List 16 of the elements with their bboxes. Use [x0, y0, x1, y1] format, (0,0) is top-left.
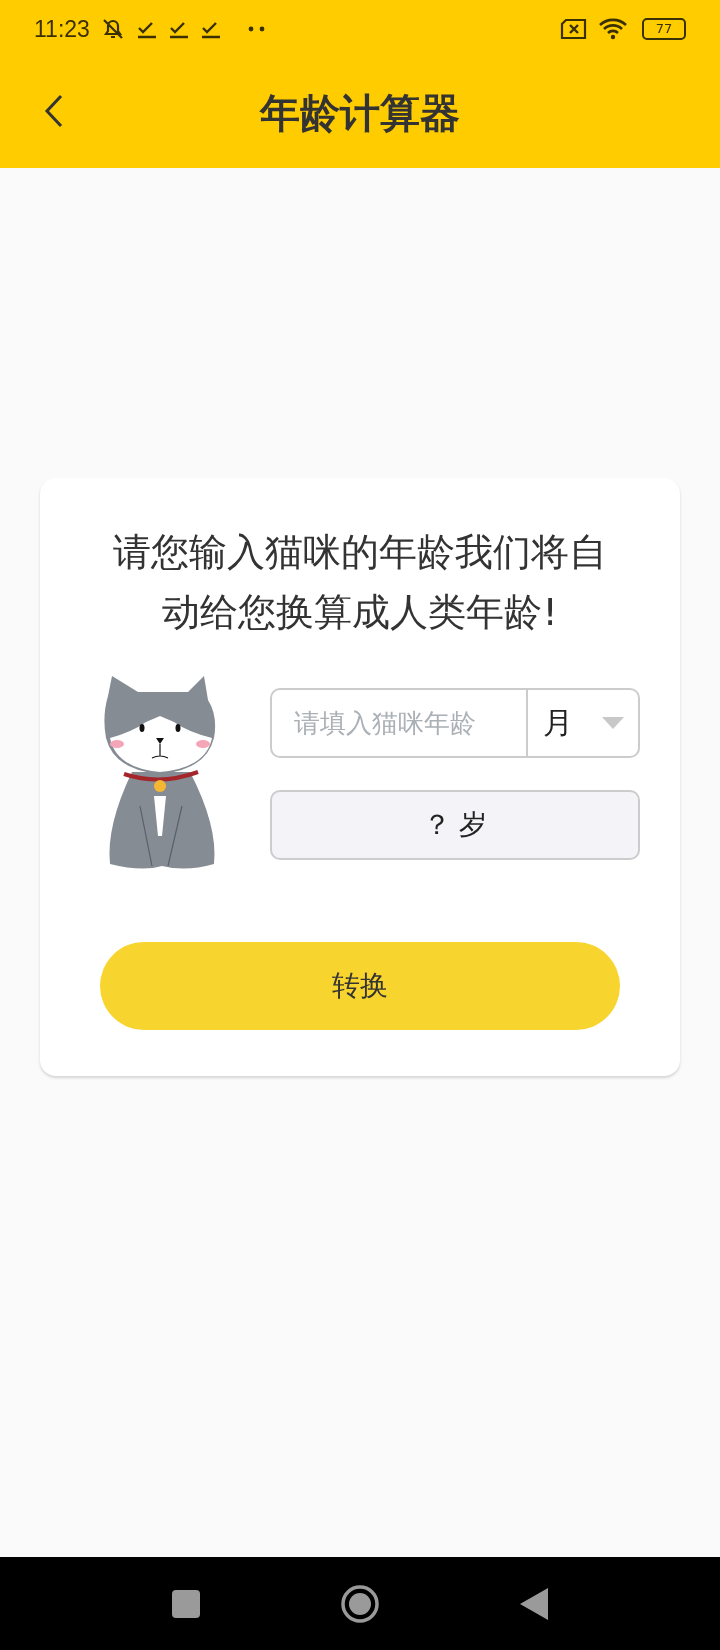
more-dots-icon	[247, 26, 266, 32]
caret-icon	[601, 717, 624, 729]
wifi-icon	[598, 17, 628, 41]
page-title: 年龄计算器	[260, 88, 460, 138]
sim-off-icon	[560, 18, 588, 40]
home-icon[interactable]	[340, 1583, 380, 1624]
battery-indicator: 77	[642, 18, 686, 40]
result-field: ？ 岁	[270, 790, 640, 860]
status-time: 11:23	[34, 15, 90, 43]
back-icon[interactable]	[44, 94, 64, 128]
unit-dropdown[interactable]: 月	[528, 688, 640, 758]
age-input-field[interactable]: 请填入猫咪年龄	[270, 688, 528, 758]
back-nav-icon[interactable]	[520, 1587, 548, 1620]
instruction-text: 请您输入猫咪的年龄我们将自动给您换算成人类年龄!	[112, 529, 608, 636]
recent-apps-icon[interactable]	[172, 1589, 200, 1618]
convert-button[interactable]: 转换	[100, 942, 620, 1030]
